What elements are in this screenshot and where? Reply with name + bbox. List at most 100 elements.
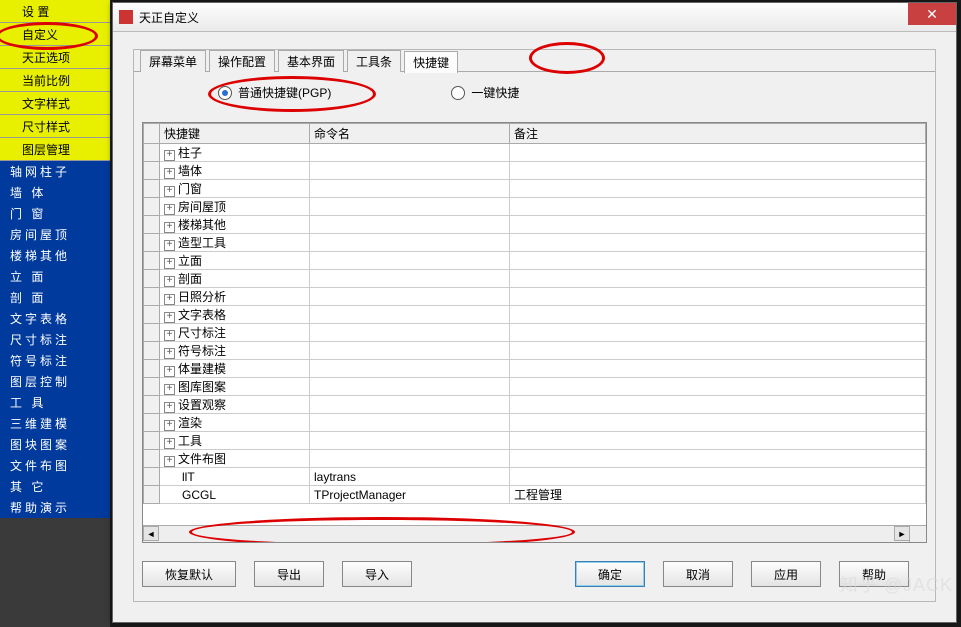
import-button[interactable]: 导入 bbox=[342, 561, 412, 587]
cell-command[interactable] bbox=[310, 252, 510, 270]
table-row[interactable]: +剖面 bbox=[144, 270, 926, 288]
cell-shortcut[interactable]: +体量建模 bbox=[160, 360, 310, 378]
cell-remark[interactable] bbox=[510, 144, 926, 162]
cell-shortcut[interactable]: GCGL bbox=[160, 486, 310, 504]
close-button[interactable]: ✕ bbox=[908, 3, 956, 25]
cell-command[interactable] bbox=[310, 378, 510, 396]
cell-command[interactable] bbox=[310, 216, 510, 234]
cell-shortcut[interactable]: +柱子 bbox=[160, 144, 310, 162]
sidebar-yellow-1[interactable]: 自定义 bbox=[0, 23, 110, 46]
cell-command[interactable] bbox=[310, 144, 510, 162]
cell-command[interactable]: laytrans bbox=[310, 468, 510, 486]
cell-command[interactable] bbox=[310, 414, 510, 432]
sidebar-yellow-0[interactable]: 设 置 bbox=[0, 0, 110, 23]
expand-icon[interactable]: + bbox=[164, 240, 175, 251]
sidebar-blue-4[interactable]: 楼梯其他 bbox=[0, 245, 110, 266]
table-row[interactable]: +符号标注 bbox=[144, 342, 926, 360]
scroll-track[interactable] bbox=[159, 526, 894, 542]
cell-remark[interactable] bbox=[510, 378, 926, 396]
radio-pgp[interactable]: 普通快捷键(PGP) bbox=[218, 84, 331, 101]
cell-remark[interactable] bbox=[510, 432, 926, 450]
expand-icon[interactable]: + bbox=[164, 348, 175, 359]
cell-remark[interactable] bbox=[510, 216, 926, 234]
tab-0[interactable]: 屏幕菜单 bbox=[140, 50, 206, 72]
table-row[interactable]: +楼梯其他 bbox=[144, 216, 926, 234]
help-button[interactable]: 帮助 bbox=[839, 561, 909, 587]
cell-shortcut[interactable]: +符号标注 bbox=[160, 342, 310, 360]
col-header-3[interactable]: 备注 bbox=[510, 124, 926, 144]
scroll-left-icon[interactable]: ◄ bbox=[143, 526, 159, 541]
tab-4[interactable]: 快捷键 bbox=[404, 51, 458, 73]
cell-command[interactable] bbox=[310, 396, 510, 414]
sidebar-blue-16[interactable]: 帮助演示 bbox=[0, 497, 110, 518]
titlebar[interactable]: 天正自定义 ✕ bbox=[113, 3, 956, 32]
cell-remark[interactable] bbox=[510, 306, 926, 324]
cell-command[interactable] bbox=[310, 324, 510, 342]
sidebar-blue-9[interactable]: 符号标注 bbox=[0, 350, 110, 371]
table-row[interactable]: GCGLTProjectManager工程管理 bbox=[144, 486, 926, 504]
table-row[interactable]: +文件布图 bbox=[144, 450, 926, 468]
sidebar-blue-7[interactable]: 文字表格 bbox=[0, 308, 110, 329]
cell-command[interactable] bbox=[310, 360, 510, 378]
apply-button[interactable]: 应用 bbox=[751, 561, 821, 587]
cancel-button[interactable]: 取消 bbox=[663, 561, 733, 587]
sidebar-blue-3[interactable]: 房间屋顶 bbox=[0, 224, 110, 245]
expand-icon[interactable]: + bbox=[164, 168, 175, 179]
table-row[interactable]: llTlaytrans bbox=[144, 468, 926, 486]
expand-icon[interactable]: + bbox=[164, 276, 175, 287]
cell-remark[interactable] bbox=[510, 450, 926, 468]
table-row[interactable]: +文字表格 bbox=[144, 306, 926, 324]
sidebar-yellow-6[interactable]: 图层管理 bbox=[0, 138, 110, 161]
cell-command[interactable] bbox=[310, 198, 510, 216]
cell-shortcut[interactable]: +墙体 bbox=[160, 162, 310, 180]
sidebar-yellow-2[interactable]: 天正选项 bbox=[0, 46, 110, 69]
shortcut-grid[interactable]: 快捷键命令名备注 +柱子+墙体+门窗+房间屋顶+楼梯其他+造型工具+立面+剖面+… bbox=[142, 122, 927, 543]
expand-icon[interactable]: + bbox=[164, 204, 175, 215]
cell-shortcut[interactable]: +立面 bbox=[160, 252, 310, 270]
cell-command[interactable] bbox=[310, 342, 510, 360]
sidebar-blue-8[interactable]: 尺寸标注 bbox=[0, 329, 110, 350]
cell-shortcut[interactable]: +设置观察 bbox=[160, 396, 310, 414]
expand-icon[interactable]: + bbox=[164, 366, 175, 377]
ok-button[interactable]: 确定 bbox=[575, 561, 645, 587]
col-header-2[interactable]: 命令名 bbox=[310, 124, 510, 144]
tab-3[interactable]: 工具条 bbox=[347, 50, 401, 72]
cell-command[interactable] bbox=[310, 180, 510, 198]
col-header-0[interactable] bbox=[144, 124, 160, 144]
h-scrollbar[interactable]: ◄ ► bbox=[143, 525, 910, 542]
tab-2[interactable]: 基本界面 bbox=[278, 50, 344, 72]
cell-remark[interactable] bbox=[510, 288, 926, 306]
table-row[interactable]: +渲染 bbox=[144, 414, 926, 432]
table-row[interactable]: +日照分析 bbox=[144, 288, 926, 306]
cell-command[interactable] bbox=[310, 234, 510, 252]
cell-remark[interactable] bbox=[510, 234, 926, 252]
table-row[interactable]: +造型工具 bbox=[144, 234, 926, 252]
cell-remark[interactable]: 工程管理 bbox=[510, 486, 926, 504]
sidebar-blue-12[interactable]: 三维建模 bbox=[0, 413, 110, 434]
tab-1[interactable]: 操作配置 bbox=[209, 50, 275, 72]
scroll-right-icon[interactable]: ► bbox=[894, 526, 910, 541]
cell-remark[interactable] bbox=[510, 414, 926, 432]
cell-command[interactable]: TProjectManager bbox=[310, 486, 510, 504]
expand-icon[interactable]: + bbox=[164, 312, 175, 323]
table-row[interactable]: +尺寸标注 bbox=[144, 324, 926, 342]
cell-shortcut[interactable]: +文件布图 bbox=[160, 450, 310, 468]
cell-remark[interactable] bbox=[510, 162, 926, 180]
cell-shortcut[interactable]: +房间屋顶 bbox=[160, 198, 310, 216]
cell-command[interactable] bbox=[310, 432, 510, 450]
expand-icon[interactable]: + bbox=[164, 456, 175, 467]
cell-shortcut[interactable]: +剖面 bbox=[160, 270, 310, 288]
cell-command[interactable] bbox=[310, 306, 510, 324]
cell-shortcut[interactable]: +日照分析 bbox=[160, 288, 310, 306]
cell-shortcut[interactable]: +渲染 bbox=[160, 414, 310, 432]
cell-remark[interactable] bbox=[510, 468, 926, 486]
sidebar-yellow-5[interactable]: 尺寸样式 bbox=[0, 115, 110, 138]
reset-button[interactable]: 恢复默认 bbox=[142, 561, 236, 587]
cell-command[interactable] bbox=[310, 162, 510, 180]
cell-command[interactable] bbox=[310, 288, 510, 306]
expand-icon[interactable]: + bbox=[164, 402, 175, 413]
table-row[interactable]: +体量建模 bbox=[144, 360, 926, 378]
expand-icon[interactable]: + bbox=[164, 222, 175, 233]
col-header-1[interactable]: 快捷键 bbox=[160, 124, 310, 144]
cell-remark[interactable] bbox=[510, 198, 926, 216]
